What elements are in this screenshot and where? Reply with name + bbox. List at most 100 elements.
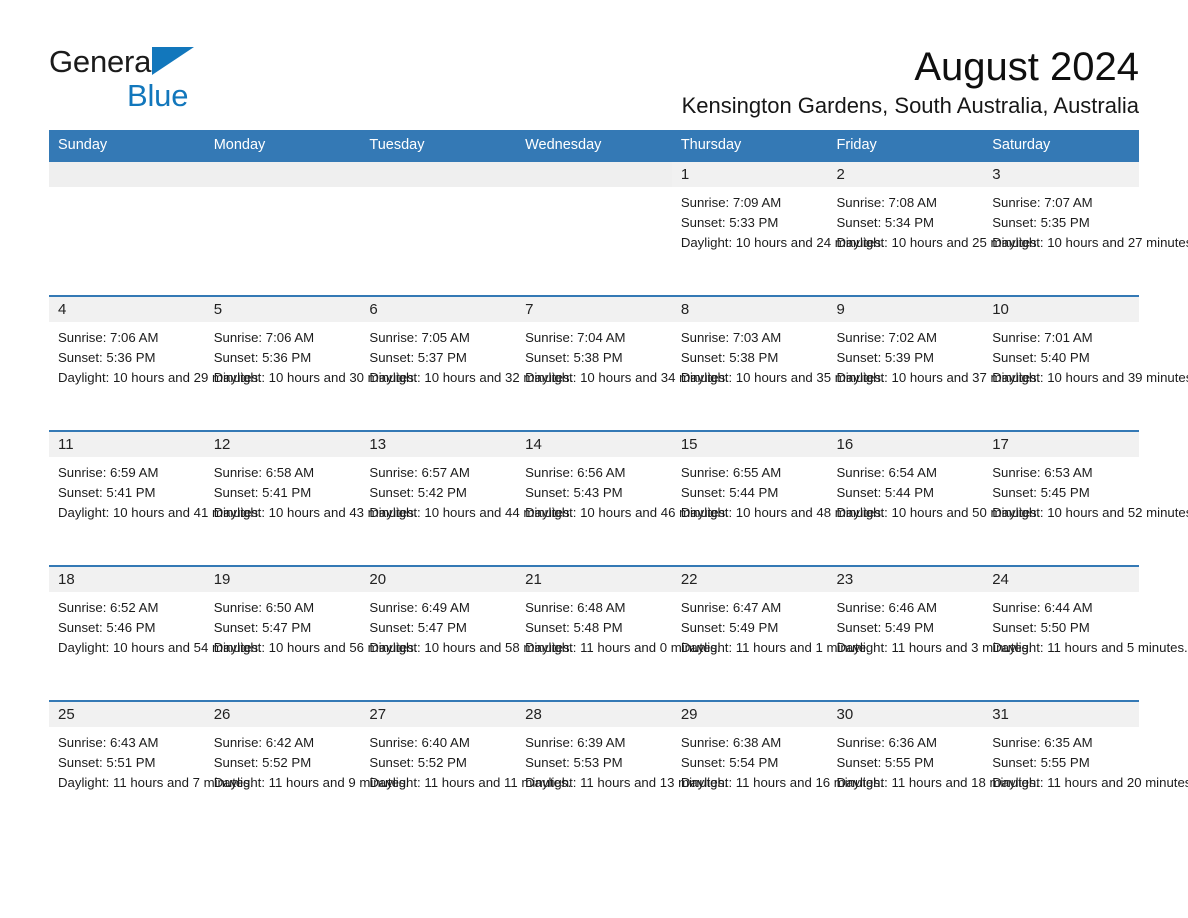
calendar-day-cell[interactable]: 13 Sunrise: 6:57 AM Sunset: 5:42 PM Dayligh… [360, 430, 573, 566]
weekday-header-wednesday: Wednesday [516, 130, 672, 161]
calendar-head: Sunday Monday Tuesday Wednesday Thursday… [49, 130, 1139, 161]
weekday-header-monday: Monday [204, 130, 361, 161]
daylight-text: Daylight: 11 hours and 1 minute. [680, 640, 870, 656]
sunset-text: Sunset: 5:36 PM [58, 350, 156, 366]
sunrise-text: Sunrise: 7:06 AM [213, 330, 315, 345]
day-details: Sunrise: 6:43 AM Sunset: 5:51 PM Daylight:… [49, 727, 253, 794]
sunrise-text: Sunrise: 7:09 AM [680, 195, 782, 210]
sunset-text: Sunset: 5:41 PM [213, 485, 312, 501]
sunrise-text: Sunrise: 6:57 AM [369, 465, 470, 480]
sunrise-text: Sunrise: 6:58 AM [213, 465, 315, 480]
sunset-text: Sunset: 5:44 PM [680, 485, 779, 501]
calendar-day-cell[interactable]: 12 Sunrise: 6:58 AM Sunset: 5:41 PM Dayligh… [204, 430, 418, 566]
day-details: Sunrise: 6:56 AM Sunset: 5:43 PM Daylight:… [516, 457, 729, 524]
sunset-text: Sunset: 5:49 PM [680, 620, 779, 636]
daylight-text: Daylight: 10 hours and 39 minutes. [992, 370, 1188, 386]
calendar-day-cell[interactable]: 8 Sunrise: 7:03 AM Sunset: 5:38 PM Daylight… [671, 295, 885, 431]
day-details: Sunrise: 6:48 AM Sunset: 5:48 PM Daylight:… [516, 592, 721, 659]
calendar-day-cell[interactable]: 16 Sunrise: 6:54 AM Sunset: 5:44 PM Dayligh… [827, 430, 1041, 566]
calendar-day-cell[interactable]: 25 Sunrise: 6:43 AM Sunset: 5:51 PM Dayligh… [49, 700, 253, 836]
calendar-day-cell[interactable]: 11 Sunrise: 6:59 AM Sunset: 5:41 PM Dayligh… [49, 430, 262, 566]
general-blue-logo[interactable]: General Blue [49, 45, 279, 115]
sunset-text: Sunset: 5:43 PM [525, 485, 623, 501]
calendar-day-cell[interactable]: 22 Sunrise: 6:47 AM Sunset: 5:49 PM Dayligh… [671, 565, 870, 701]
sunrise-text: Sunrise: 6:46 AM [836, 600, 937, 615]
calendar-day-cell[interactable]: 3 Sunrise: 7:07 AM Sunset: 5:35 PM Daylight… [983, 160, 1188, 296]
calendar-day-cell[interactable]: 28 Sunrise: 6:39 AM Sunset: 5:53 PM Dayligh… [516, 700, 728, 836]
calendar-day-cell[interactable]: 24 Sunrise: 6:44 AM Sunset: 5:50 PM Dayligh… [983, 565, 1188, 701]
sunset-text: Sunset: 5:46 PM [58, 620, 156, 636]
calendar-day-cell-empty [49, 160, 205, 296]
calendar-day-cell-empty [204, 160, 361, 296]
calendar-day-cell[interactable]: 14 Sunrise: 6:56 AM Sunset: 5:43 PM Dayligh… [516, 430, 729, 566]
daylight-text: Daylight: 10 hours and 50 minutes. [836, 505, 1041, 521]
weekday-header-thursday: Thursday [671, 130, 828, 161]
calendar-day-cell[interactable]: 21 Sunrise: 6:48 AM Sunset: 5:48 PM Dayligh… [516, 565, 721, 701]
daylight-text: Daylight: 10 hours and 48 minutes. [680, 505, 885, 521]
calendar-day-cell[interactable]: 30 Sunrise: 6:36 AM Sunset: 5:55 PM Dayligh… [827, 700, 1039, 836]
calendar-day-cell[interactable]: 31 Sunrise: 6:35 AM Sunset: 5:55 PM Dayligh… [983, 700, 1188, 836]
day-details: Sunrise: 6:39 AM Sunset: 5:53 PM Daylight:… [516, 727, 728, 794]
day-number: 17 [983, 432, 1139, 457]
sunset-text: Sunset: 5:50 PM [992, 620, 1090, 636]
calendar-day-cell-empty [516, 160, 672, 296]
day-details: Sunrise: 6:44 AM Sunset: 5:50 PM Daylight:… [983, 592, 1188, 659]
calendar-grid: Sunday Monday Tuesday Wednesday Thursday… [49, 130, 1188, 836]
day-details: Sunrise: 6:46 AM Sunset: 5:49 PM Daylight:… [828, 592, 1032, 659]
day-details: Sunrise: 7:03 AM Sunset: 5:38 PM Daylight:… [672, 322, 885, 389]
sunrise-text: Sunrise: 7:01 AM [992, 330, 1093, 345]
sunrise-text: Sunrise: 7:02 AM [836, 330, 937, 345]
sunrise-text: Sunrise: 6:55 AM [680, 465, 782, 480]
calendar-day-cell[interactable]: 27 Sunrise: 6:40 AM Sunset: 5:52 PM Dayligh… [360, 700, 571, 836]
sunrise-text: Sunrise: 6:52 AM [58, 600, 159, 615]
daylight-text: Daylight: 11 hours and 0 minutes. [525, 640, 721, 656]
day-details: Sunrise: 7:07 AM Sunset: 5:35 PM Daylight:… [983, 187, 1188, 254]
weekday-header-saturday: Saturday [983, 130, 1139, 161]
sunset-text: Sunset: 5:47 PM [213, 620, 312, 636]
sunrise-text: Sunrise: 6:44 AM [992, 600, 1093, 615]
day-details: Sunrise: 6:57 AM Sunset: 5:42 PM Daylight:… [360, 457, 573, 524]
calendar-day-cell[interactable]: 10 Sunrise: 7:01 AM Sunset: 5:40 PM Dayligh… [983, 295, 1188, 431]
sunrise-text: Sunrise: 6:47 AM [680, 600, 782, 615]
sunset-text: Sunset: 5:52 PM [213, 755, 312, 771]
daylight-text: Daylight: 10 hours and 24 minutes. [680, 235, 885, 251]
calendar-day-cell[interactable]: 2 Sunrise: 7:08 AM Sunset: 5:34 PM Daylight… [827, 160, 1040, 296]
day-details: Sunrise: 6:52 AM Sunset: 5:46 PM Daylight:… [49, 592, 262, 659]
calendar-day-cell[interactable]: 26 Sunrise: 6:42 AM Sunset: 5:52 PM Dayligh… [204, 700, 409, 836]
day-number [360, 162, 517, 187]
calendar-day-cell[interactable]: 6 Sunrise: 7:05 AM Sunset: 5:37 PM Daylight… [360, 295, 573, 431]
calendar-day-cell[interactable]: 15 Sunrise: 6:55 AM Sunset: 5:44 PM Dayligh… [671, 430, 885, 566]
sunrise-text: Sunrise: 6:42 AM [213, 735, 315, 750]
calendar-day-cell[interactable]: 7 Sunrise: 7:04 AM Sunset: 5:38 PM Daylight… [516, 295, 729, 431]
sunrise-text: Sunrise: 7:08 AM [836, 195, 937, 210]
day-number: 10 [983, 297, 1139, 322]
day-number: 30 [827, 702, 984, 727]
daylight-text: Daylight: 11 hours and 5 minutes. [992, 640, 1188, 656]
calendar-day-cell[interactable]: 5 Sunrise: 7:06 AM Sunset: 5:36 PM Daylight… [204, 295, 418, 431]
calendar-day-cell[interactable]: 19 Sunrise: 6:50 AM Sunset: 5:47 PM Dayligh… [204, 565, 418, 701]
day-details: Sunrise: 6:50 AM Sunset: 5:47 PM Daylight:… [205, 592, 418, 659]
sunset-text: Sunset: 5:53 PM [525, 755, 623, 771]
calendar-day-cell-empty [360, 160, 517, 296]
calendar-day-cell[interactable]: 9 Sunrise: 7:02 AM Sunset: 5:39 PM Daylight… [827, 295, 1040, 431]
calendar-day-cell[interactable]: 29 Sunrise: 6:38 AM Sunset: 5:54 PM Dayligh… [671, 700, 884, 836]
day-number [49, 162, 205, 187]
calendar-day-cell[interactable]: 4 Sunrise: 7:06 AM Sunset: 5:36 PM Daylight… [49, 295, 262, 431]
calendar-day-cell[interactable]: 1 Sunrise: 7:09 AM Sunset: 5:33 PM Daylight… [671, 160, 885, 296]
weekday-header-friday: Friday [827, 130, 984, 161]
day-number: 9 [827, 297, 984, 322]
logo-word-blue: Blue [127, 78, 189, 113]
sunset-text: Sunset: 5:40 PM [992, 350, 1090, 366]
header-titles: August 2024 Kensington Gardens, South Au… [682, 0, 1139, 120]
sunrise-text: Sunrise: 6:54 AM [836, 465, 937, 480]
calendar-week-row: 1 Sunrise: 7:09 AM Sunset: 5:33 PM Daylight… [49, 160, 1188, 296]
calendar-day-cell[interactable]: 20 Sunrise: 6:49 AM Sunset: 5:47 PM Dayligh… [360, 565, 573, 701]
sunset-text: Sunset: 5:49 PM [836, 620, 935, 636]
calendar-day-cell[interactable]: 18 Sunrise: 6:52 AM Sunset: 5:46 PM Dayligh… [49, 565, 262, 701]
sunrise-text: Sunrise: 6:59 AM [58, 465, 159, 480]
calendar-day-cell[interactable]: 17 Sunrise: 6:53 AM Sunset: 5:45 PM Dayligh… [983, 430, 1188, 566]
calendar-day-cell[interactable]: 23 Sunrise: 6:46 AM Sunset: 5:49 PM Dayligh… [827, 565, 1032, 701]
daylight-text: Daylight: 10 hours and 43 minutes. [213, 505, 418, 521]
sunrise-text: Sunrise: 6:56 AM [525, 465, 626, 480]
sunrise-text: Sunrise: 6:40 AM [369, 735, 470, 750]
